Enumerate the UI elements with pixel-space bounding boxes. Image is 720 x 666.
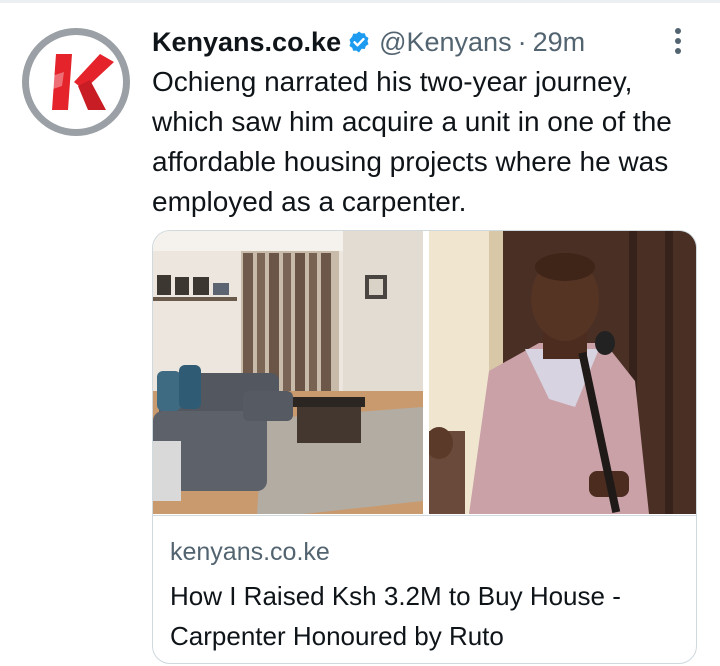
verified-badge-icon xyxy=(349,31,369,53)
card-domain[interactable]: kenyans.co.ke xyxy=(170,538,330,567)
card-title[interactable]: How I Raised Ksh 3.2M to Buy House - Car… xyxy=(170,576,685,656)
header-separator: · xyxy=(517,26,527,57)
top-divider xyxy=(0,0,720,3)
tweet-text: Ochieng narrated his two-year journey, w… xyxy=(152,66,672,217)
card-info[interactable]: kenyans.co.ke How I Raised Ksh 3.2M to B… xyxy=(153,515,696,663)
kenyans-logo-icon xyxy=(23,29,129,135)
author-name[interactable]: Kenyans.co.ke xyxy=(152,27,341,58)
timestamp[interactable]: 29m xyxy=(533,27,586,58)
tweet-header: Kenyans.co.ke @Kenyans · 29m xyxy=(152,24,585,60)
man-at-microphone-photo xyxy=(429,231,696,514)
avatar[interactable] xyxy=(22,28,130,136)
author-handle[interactable]: @Kenyans xyxy=(379,27,511,58)
more-options-icon[interactable] xyxy=(668,26,688,56)
link-card[interactable]: kenyans.co.ke How I Raised Ksh 3.2M to B… xyxy=(152,230,697,664)
living-room-photo xyxy=(153,231,423,514)
